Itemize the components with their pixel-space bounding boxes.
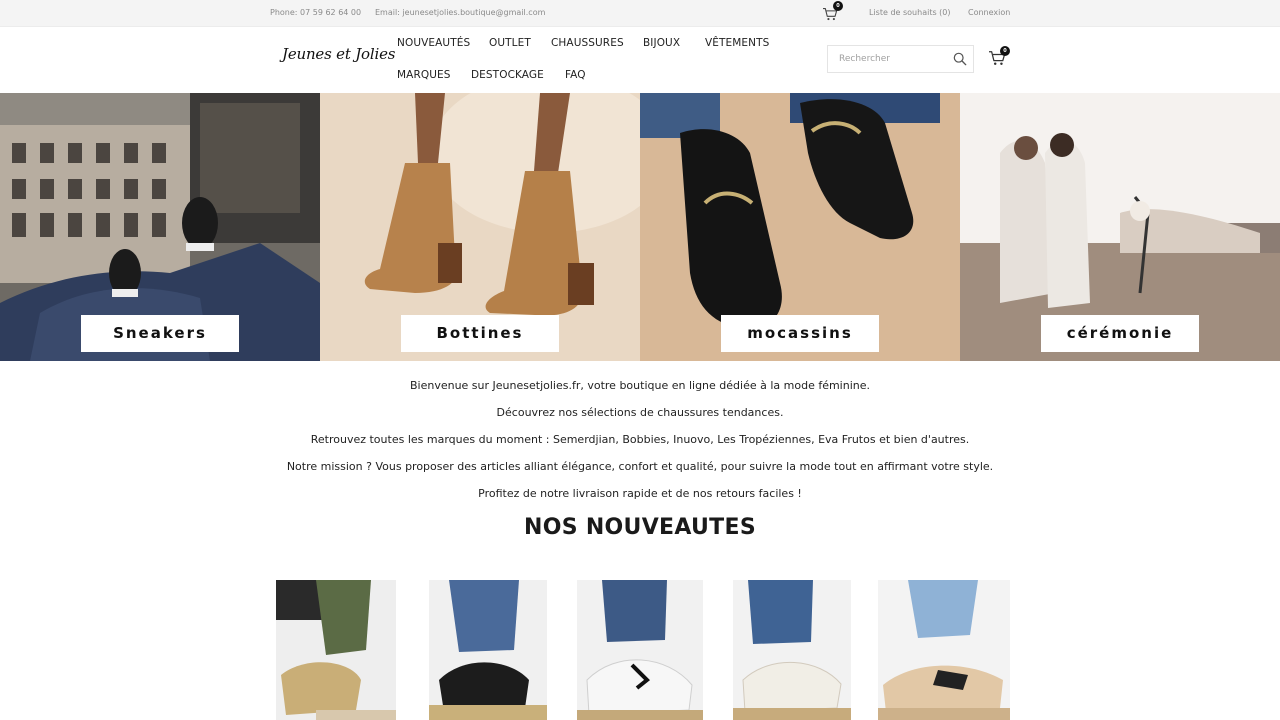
category-label-mocassins[interactable]: mocassins — [721, 315, 879, 352]
nav-item-outlet[interactable]: OUTLET — [489, 37, 531, 49]
intro-line-2: Découvrez nos sélections de chaussures t… — [496, 406, 784, 419]
category-label-sneakers[interactable]: Sneakers — [81, 315, 239, 352]
section-title-nouveautes: NOS NOUVEAUTES — [524, 515, 756, 540]
header-cart-button[interactable]: 0 — [988, 46, 1010, 68]
intro-line-3: Retrouvez toutes les marques du moment :… — [310, 433, 970, 446]
product-card[interactable] — [733, 580, 851, 720]
main-header: Jeunes et Jolies NOUVEAUTÉS OUTLET CHAUS… — [0, 27, 1280, 93]
nav-item-nouveautes[interactable]: NOUVEAUTÉS — [397, 37, 470, 49]
product-card[interactable] — [878, 580, 1010, 720]
category-tile-mocassins[interactable]: mocassins — [640, 93, 960, 361]
search-input[interactable] — [828, 46, 948, 72]
product-image — [429, 580, 547, 720]
product-image — [878, 580, 1010, 720]
intro-line-5: Profitez de notre livraison rapide et de… — [478, 487, 802, 500]
product-image — [577, 580, 703, 720]
category-tile-ceremonie[interactable]: cérémonie — [960, 93, 1280, 361]
topbar-cart-count-badge: 0 — [833, 1, 843, 11]
product-card[interactable] — [577, 580, 703, 720]
intro-line-1: Bienvenue sur Jeunesetjolies.fr, votre b… — [409, 379, 871, 392]
topbar-cart-button[interactable]: 0 — [822, 1, 843, 22]
nav-item-chaussures[interactable]: CHAUSSURES — [551, 37, 624, 49]
nav-item-faq[interactable]: FAQ — [565, 69, 586, 81]
category-label-ceremonie[interactable]: cérémonie — [1041, 315, 1199, 352]
phone-number: Phone: 07 59 62 64 00 — [270, 8, 362, 17]
top-info-bar: Phone: 07 59 62 64 00 Email: jeunesetjol… — [0, 0, 1280, 27]
login-link[interactable]: Connexion — [968, 8, 1010, 17]
search-icon[interactable] — [953, 52, 967, 66]
search-box — [827, 45, 974, 73]
category-label-bottines[interactable]: Bottines — [401, 315, 559, 352]
category-tile-bottines[interactable]: Bottines — [320, 93, 640, 361]
nav-item-bijoux[interactable]: BIJOUX — [643, 37, 680, 49]
header-cart-count-badge: 0 — [1000, 46, 1010, 56]
site-logo[interactable]: Jeunes et Jolies — [282, 45, 395, 63]
contact-email[interactable]: Email: jeunesetjolies.boutique@gmail.com — [375, 8, 545, 17]
product-card[interactable] — [429, 580, 547, 720]
nav-item-vetements[interactable]: VÊTEMENTS — [705, 37, 769, 49]
category-tile-sneakers[interactable]: Sneakers — [0, 93, 320, 361]
product-card[interactable] — [276, 580, 396, 720]
wishlist-link[interactable]: Liste de souhaits (0) — [869, 8, 951, 17]
nav-item-marques[interactable]: MARQUES — [397, 69, 451, 81]
product-image — [733, 580, 851, 720]
product-image — [276, 580, 396, 720]
nav-item-destockage[interactable]: DESTOCKAGE — [471, 69, 544, 81]
intro-line-4: Notre mission ? Vous proposer des articl… — [286, 460, 994, 473]
